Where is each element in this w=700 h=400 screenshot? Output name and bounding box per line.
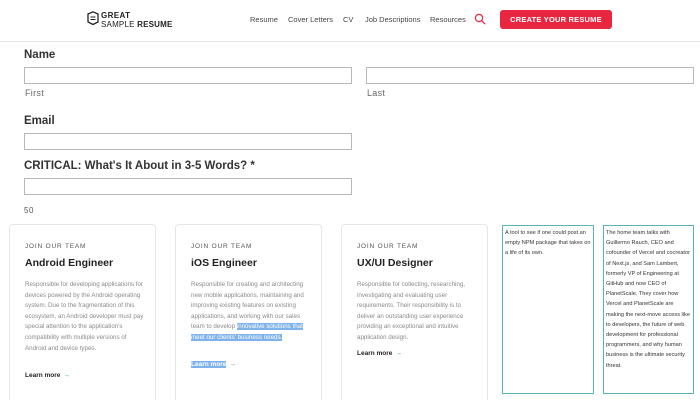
search-icon[interactable] bbox=[474, 13, 486, 25]
card-title: iOS Engineer bbox=[191, 257, 257, 269]
learn-more-link[interactable]: Learn more → bbox=[25, 372, 70, 379]
learn-more-link[interactable]: Learn more → bbox=[191, 361, 236, 368]
logo-icon bbox=[87, 11, 99, 26]
logo-line-1: GREAT bbox=[101, 11, 131, 20]
email-label: Email bbox=[24, 115, 55, 127]
text-box-podcast[interactable]: The home team talks with Guillermo Rauch… bbox=[603, 225, 694, 394]
site-header: GREAT SAMPLE RESUME Resume Cover Letters… bbox=[0, 0, 700, 42]
last-sublabel: Last bbox=[367, 88, 386, 98]
nav-cv[interactable]: CV bbox=[343, 15, 353, 24]
arrow-right-icon: → bbox=[395, 350, 402, 357]
create-resume-button[interactable]: CREATE YOUR RESUME bbox=[500, 10, 612, 29]
arrow-right-icon: → bbox=[229, 361, 236, 368]
job-card-android: JOIN OUR TEAM Android Engineer Responsib… bbox=[9, 224, 156, 400]
job-card-uxui: JOIN OUR TEAM UX/UI Designer Responsible… bbox=[341, 224, 488, 400]
card-kicker: JOIN OUR TEAM bbox=[191, 243, 253, 250]
card-kicker: JOIN OUR TEAM bbox=[25, 243, 87, 250]
first-sublabel: First bbox=[25, 88, 44, 98]
nav-resources[interactable]: Resources bbox=[430, 15, 466, 24]
card-description: Responsible for collecting, researching,… bbox=[357, 281, 465, 341]
nav-job-descriptions[interactable]: Job Descriptions bbox=[365, 15, 420, 24]
text-box-npm[interactable]: A tool to see if one could post an empty… bbox=[502, 225, 594, 394]
logo-line-2: SAMPLE RESUME bbox=[101, 20, 173, 29]
card-title: UX/UI Designer bbox=[357, 257, 433, 269]
name-label: Name bbox=[24, 49, 56, 61]
critical-label: CRITICAL: What's It About in 3-5 Words? … bbox=[24, 160, 255, 172]
card-description: Responsible for creating and architectin… bbox=[191, 281, 304, 341]
card-description: Responsible for developing applications … bbox=[25, 281, 144, 352]
critical-input[interactable] bbox=[24, 178, 352, 195]
job-card-ios: JOIN OUR TEAM iOS Engineer Responsible f… bbox=[175, 224, 322, 400]
card-kicker: JOIN OUR TEAM bbox=[357, 243, 419, 250]
card-title: Android Engineer bbox=[25, 257, 114, 269]
nav-cover-letters[interactable]: Cover Letters bbox=[288, 15, 333, 24]
email-input[interactable] bbox=[24, 133, 352, 150]
learn-more-link[interactable]: Learn more → bbox=[357, 350, 402, 357]
last-name-input[interactable] bbox=[366, 67, 694, 84]
nav-resume[interactable]: Resume bbox=[250, 15, 278, 24]
character-counter: 50 bbox=[24, 206, 34, 215]
site-logo[interactable]: GREAT SAMPLE RESUME bbox=[86, 10, 172, 32]
arrow-right-icon: → bbox=[63, 372, 70, 379]
first-name-input[interactable] bbox=[24, 67, 352, 84]
